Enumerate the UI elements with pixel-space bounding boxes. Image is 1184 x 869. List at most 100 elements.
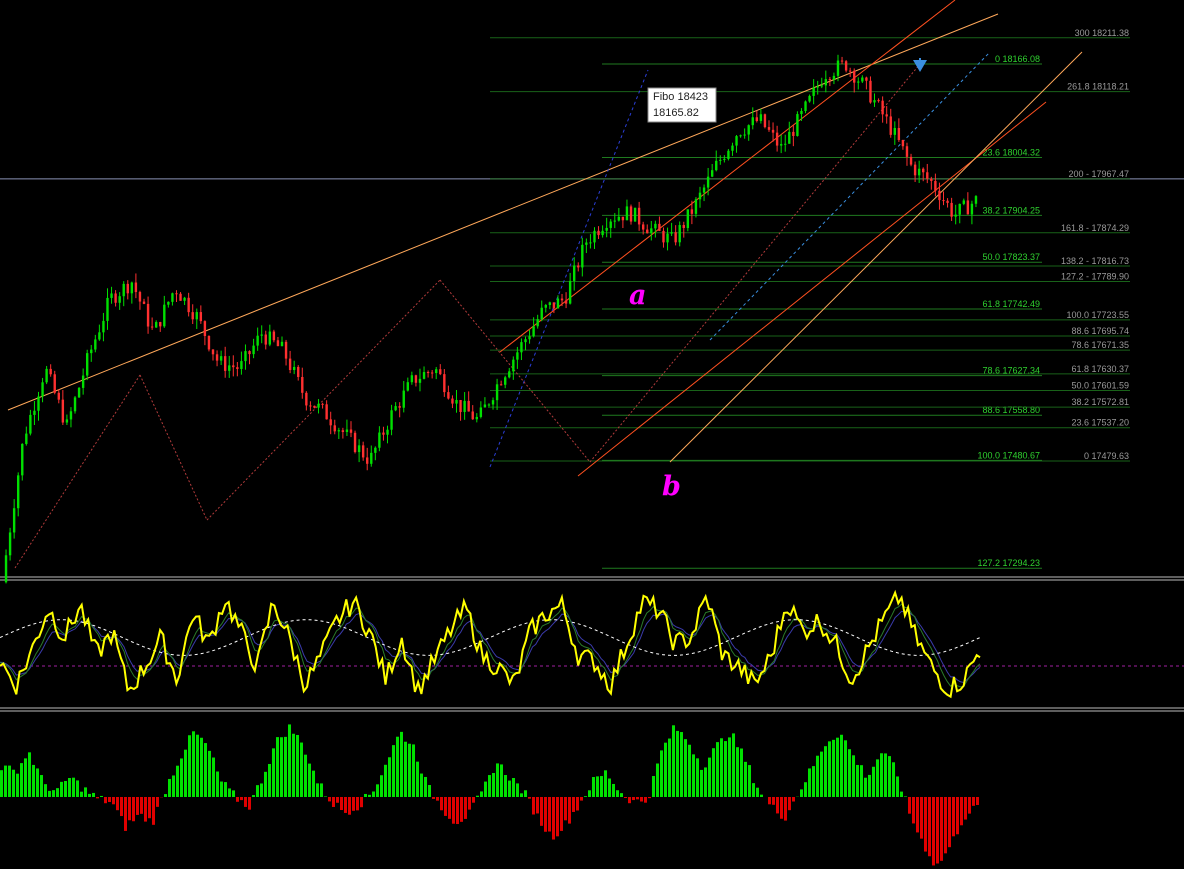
candle-body [236, 367, 239, 369]
candle [861, 75, 864, 84]
candle [41, 377, 44, 403]
fib-extension-label: 50.0 17601.59 [1071, 380, 1129, 390]
candle-body [844, 61, 848, 71]
candle-body [366, 457, 369, 464]
zigzag-line [139, 374, 208, 521]
histogram-bar [492, 773, 495, 797]
candle [378, 426, 381, 452]
candle-body [341, 430, 345, 433]
candle-body [605, 227, 608, 231]
candle [788, 121, 791, 144]
candle [946, 198, 949, 208]
candle [146, 296, 150, 334]
fib-extension-label: 61.8 17630.37 [1071, 364, 1129, 374]
histogram-bar [568, 797, 571, 824]
histogram-bar [956, 797, 959, 835]
candle-body [694, 199, 698, 214]
histogram-bar [812, 766, 815, 797]
candle-body [901, 139, 905, 147]
histogram-bar [628, 797, 631, 804]
candle-body [646, 229, 649, 234]
candle [682, 221, 685, 238]
candle [211, 349, 215, 361]
histogram-bar [744, 761, 747, 797]
histogram-bar [884, 753, 887, 797]
candle [508, 367, 511, 379]
candle-body [820, 85, 823, 87]
candle [4, 549, 8, 584]
histogram-bar [700, 769, 703, 797]
histogram-bar [636, 797, 639, 800]
candle-body [191, 312, 194, 320]
candle [361, 441, 365, 461]
candle-body [658, 223, 661, 231]
candle [816, 80, 819, 95]
histogram-bar [148, 797, 151, 819]
histogram-bar [760, 794, 763, 797]
histogram-bar [356, 797, 359, 811]
candle [402, 380, 405, 413]
candle-body [33, 410, 36, 415]
candle [609, 219, 612, 238]
candle [382, 426, 385, 441]
zigzag-line [439, 279, 591, 463]
histogram-bar [680, 732, 683, 797]
candle-body [504, 377, 507, 385]
histogram-bar [728, 737, 731, 797]
candle [248, 350, 251, 365]
candle-body [288, 358, 292, 370]
histogram-bar [556, 797, 559, 837]
fib-extension-label: 138.2 - 17816.73 [1061, 256, 1129, 266]
candle [386, 425, 389, 444]
candle [650, 220, 653, 241]
candle-body [280, 341, 284, 347]
candle-body [94, 339, 97, 350]
candle-body [735, 136, 738, 146]
candle-body [512, 359, 515, 372]
candle [662, 227, 665, 248]
candle [183, 296, 186, 306]
candle [443, 369, 446, 397]
histogram-bar [128, 797, 131, 821]
fibo-tooltip: Fibo 18423 18165.82 [647, 87, 717, 123]
candle [333, 419, 336, 435]
candle-body [723, 158, 726, 160]
histogram-bar [124, 797, 127, 831]
candle-body [29, 414, 32, 434]
candle-body [759, 114, 763, 121]
candle [240, 351, 243, 375]
candle-body [171, 293, 174, 302]
histogram-bar [584, 796, 587, 797]
histogram-bar [428, 785, 431, 797]
histogram-bar [596, 776, 599, 797]
candle [901, 139, 905, 150]
histogram-bar [20, 763, 23, 797]
candle [447, 385, 450, 400]
candle-body [698, 192, 702, 200]
candle-body [552, 302, 556, 309]
candle [349, 421, 353, 438]
candle [857, 77, 860, 90]
candle-body [215, 354, 219, 361]
candle-body [406, 382, 410, 391]
histogram-bar [668, 738, 671, 797]
histogram-bar [92, 792, 95, 797]
candle [909, 153, 913, 167]
candle [309, 401, 312, 412]
candle-body [25, 433, 28, 444]
candle [792, 125, 795, 147]
candle [499, 380, 503, 386]
candle-body [617, 216, 621, 221]
histogram-bar [712, 748, 715, 797]
histogram-bar [852, 755, 855, 797]
candle [37, 391, 40, 421]
candle-body [361, 445, 365, 458]
candle [483, 397, 487, 408]
candle [544, 303, 547, 313]
candle-body [824, 79, 828, 86]
candle-body [53, 374, 56, 393]
candle [260, 325, 263, 344]
histogram-bar [580, 797, 583, 801]
candle [739, 134, 742, 138]
candle-body [49, 368, 52, 375]
